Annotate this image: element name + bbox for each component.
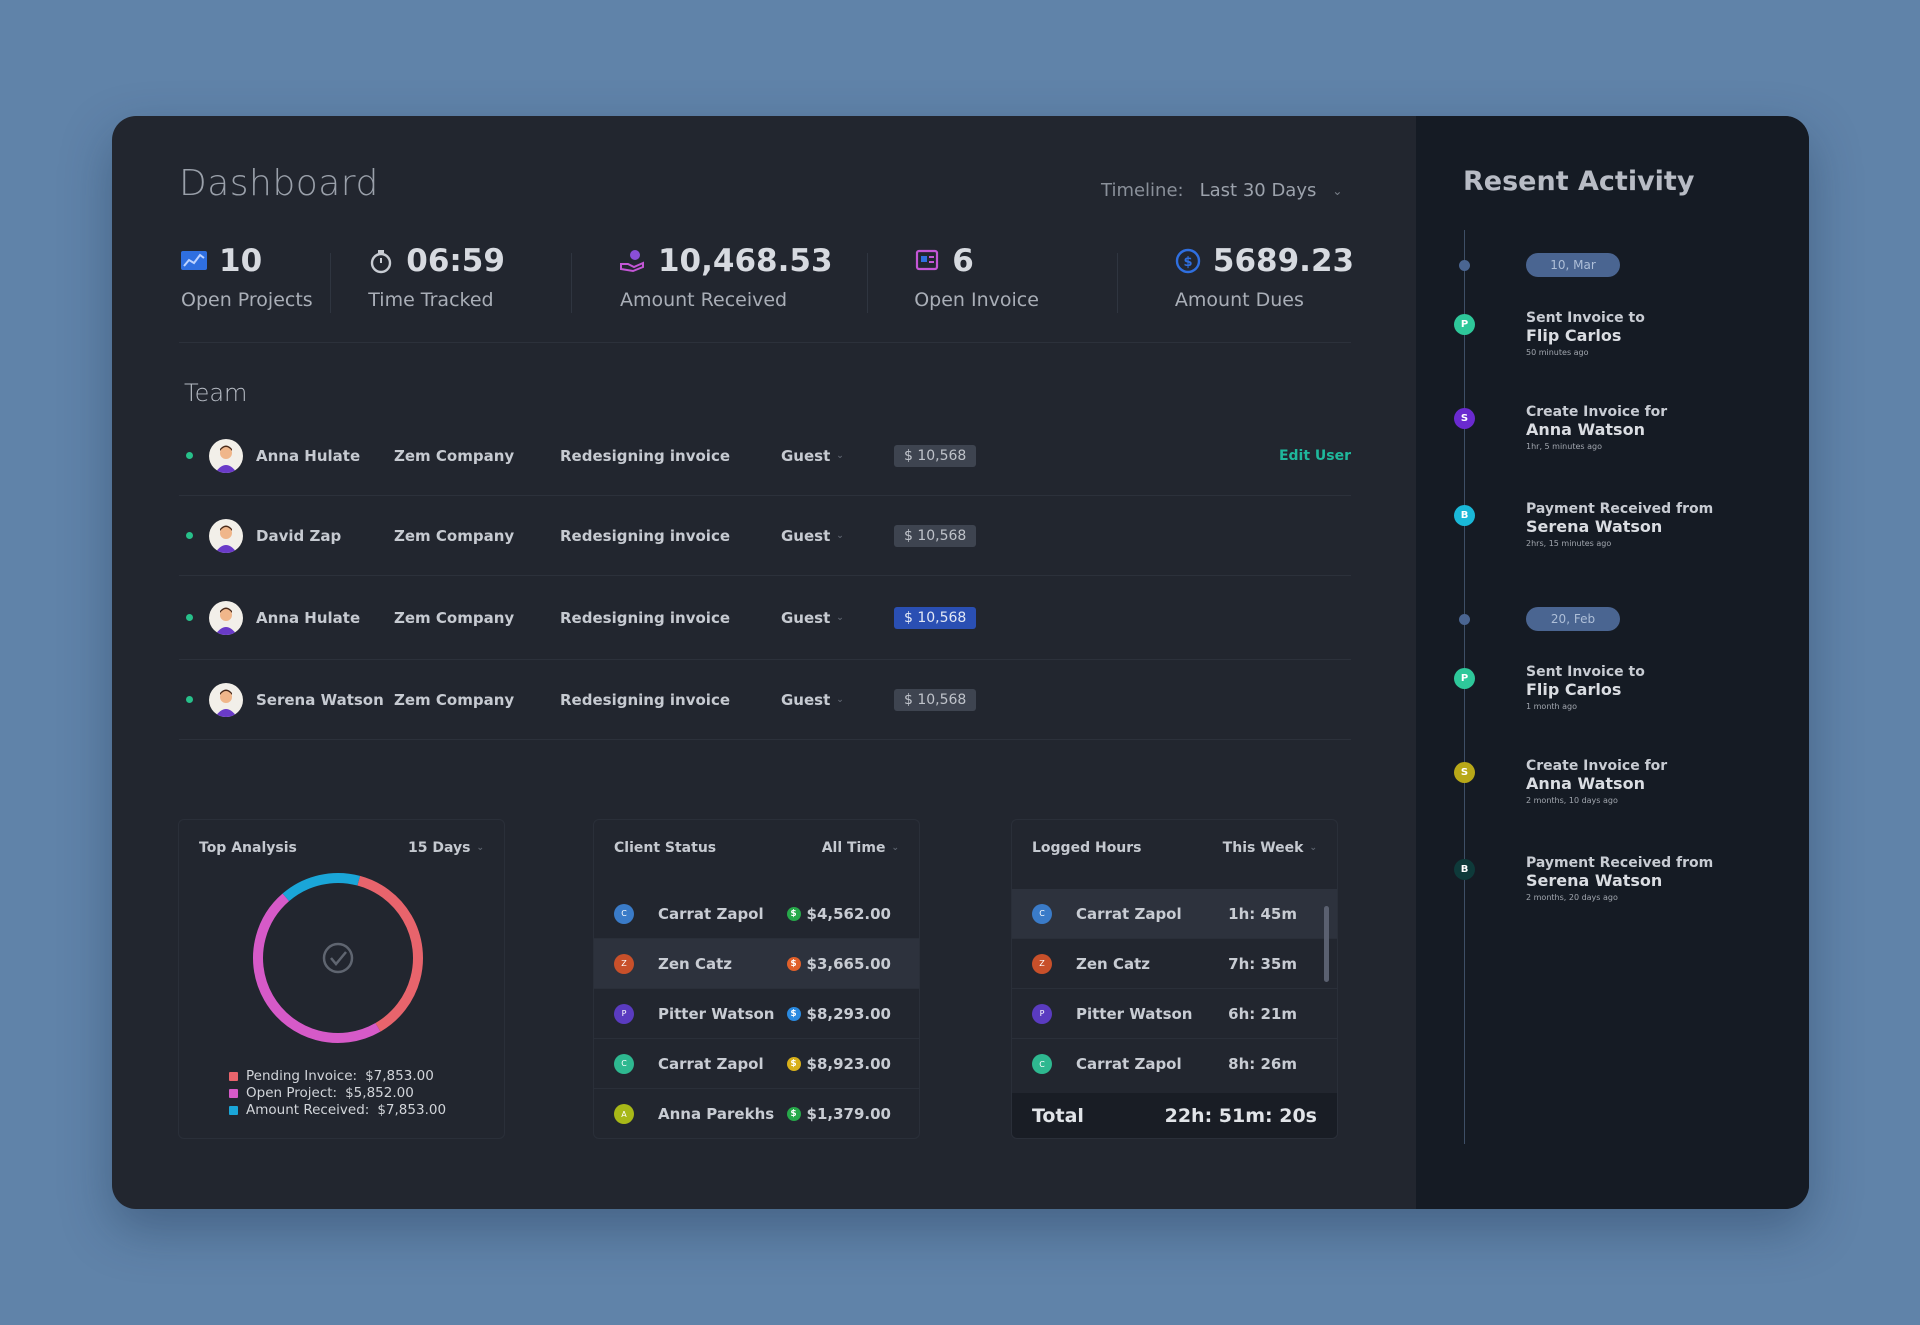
activity-time: 50 minutes ago	[1526, 348, 1589, 357]
activity-subject: Anna Watson	[1526, 774, 1645, 793]
activity-action: Sent Invoice to	[1526, 310, 1645, 326]
timeline-dot	[1459, 260, 1470, 271]
activity-time: 2 months, 20 days ago	[1526, 893, 1618, 902]
activity-marker: S	[1454, 762, 1475, 783]
activity-marker: B	[1454, 859, 1475, 880]
activity-action: Sent Invoice to	[1526, 664, 1645, 680]
activity-time: 2 months, 10 days ago	[1526, 796, 1618, 805]
activity-time: 2hrs, 15 minutes ago	[1526, 539, 1612, 548]
activity-subject: Anna Watson	[1526, 420, 1645, 439]
activity-time: 1hr, 5 minutes ago	[1526, 442, 1602, 451]
activity-action: Payment Received from	[1526, 501, 1714, 517]
activity-action: Payment Received from	[1526, 855, 1714, 871]
activity-subject: Flip Carlos	[1526, 680, 1622, 699]
activity-title: Resent Activity	[1463, 166, 1695, 197]
activity-subject: Flip Carlos	[1526, 326, 1622, 345]
activity-time: 1 month ago	[1526, 702, 1578, 711]
activity-action: Create Invoice for	[1526, 404, 1668, 420]
activity-subject: Serena Watson	[1526, 517, 1663, 536]
activity-marker: B	[1454, 505, 1475, 526]
activity-action: Create Invoice for	[1526, 758, 1668, 774]
activity-marker: P	[1454, 668, 1475, 689]
activity-layer: Resent Activity 10, Mar P Sent Invoice t…	[112, 116, 1809, 1209]
date-badge: 10, Mar	[1526, 253, 1620, 277]
activity-marker: S	[1454, 408, 1475, 429]
activity-subject: Serena Watson	[1526, 871, 1663, 890]
timeline-dot	[1459, 614, 1470, 625]
activity-marker: P	[1454, 314, 1475, 335]
date-badge: 20, Feb	[1526, 607, 1620, 631]
